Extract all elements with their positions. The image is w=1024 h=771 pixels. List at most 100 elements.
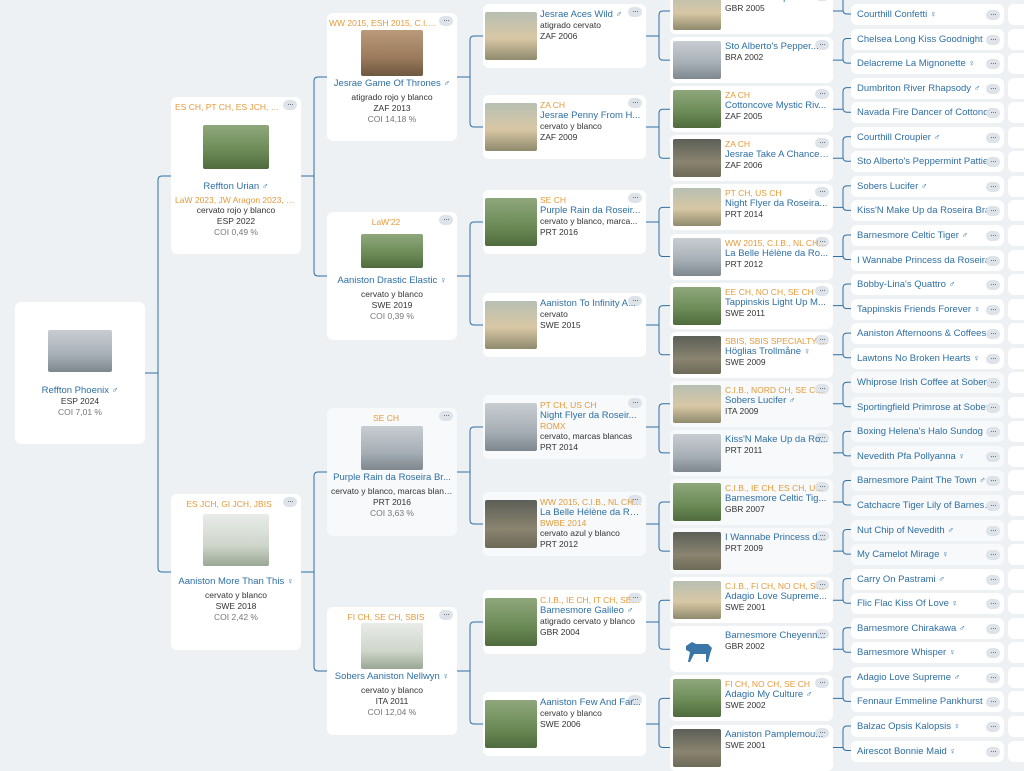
more-options-icon[interactable]: ··· xyxy=(986,304,1000,315)
dog-name[interactable]: Aaniston More Than This xyxy=(178,576,284,587)
dog-name[interactable]: Barnesmore Paint The Town xyxy=(857,475,977,486)
dog-photo[interactable] xyxy=(485,598,537,646)
dog-name[interactable]: Nut Chip of Nevedith xyxy=(857,525,945,536)
dog-name[interactable]: Kiss'N Make Up da Ro... xyxy=(725,434,828,445)
dog-name[interactable]: Dumbriton River Rhapsody xyxy=(857,83,971,94)
pedigree-card-gen6[interactable]: Balzac Opsis Kalopsis ♀ ··· xyxy=(851,716,1004,737)
pedigree-card-gen7[interactable] xyxy=(1008,470,1024,492)
pedigree-card-gen6[interactable]: Airescot Bonnie Maid ♀ ··· xyxy=(851,740,1004,762)
pedigree-card-gen7[interactable] xyxy=(1008,249,1024,271)
pedigree-card-gen4[interactable]: ··· ZA CH Jesrae Penny From H... cervato y… xyxy=(483,95,646,159)
pedigree-card-gen6[interactable]: Fennaur Emmeline Pankhurst ♀··· xyxy=(851,691,1004,713)
more-options-icon[interactable]: ··· xyxy=(439,215,453,225)
pedigree-card-gen3[interactable]: ··· SE CH Purple Rain da Roseira Br... c… xyxy=(327,408,457,536)
pedigree-card-gen7[interactable] xyxy=(1008,445,1024,467)
dog-photo[interactable] xyxy=(485,700,537,748)
dog-name[interactable]: Aaniston Few And Far... xyxy=(540,697,641,708)
pedigree-card-gen5[interactable]: ··· I Wannabe Princess d... PRT 2009 xyxy=(670,528,833,575)
pedigree-card-gen7[interactable] xyxy=(1008,421,1024,443)
pedigree-card-gen6[interactable]: I Wannabe Princess da Roseira ... ··· xyxy=(851,249,1004,271)
dog-photo[interactable] xyxy=(673,532,721,571)
pedigree-card-gen6[interactable]: Navada Fire Dancer of Cottonc... ··· xyxy=(851,102,1004,124)
pedigree-card-gen3[interactable]: ··· WW 2015, ESH 2015, C.I.E., ZA CH... … xyxy=(327,13,457,141)
more-options-icon[interactable]: ··· xyxy=(986,746,1000,757)
dog-photo[interactable] xyxy=(203,514,269,566)
more-options-icon[interactable]: ··· xyxy=(439,16,453,26)
dog-name[interactable]: I Wannabe Princess da Roseira ... xyxy=(857,255,1000,266)
dog-name[interactable]: Purple Rain da Roseir... xyxy=(540,205,640,216)
more-options-icon[interactable]: ··· xyxy=(986,599,1000,610)
pedigree-card-gen5[interactable]: ···C.I.B., NORD CH, SE CH, FI ...Sobers … xyxy=(670,380,833,427)
dog-name[interactable]: La Belle Hélène da Ro... xyxy=(725,248,828,259)
pedigree-card-gen7[interactable] xyxy=(1008,102,1024,124)
dog-name[interactable]: Sobers Lucifer xyxy=(857,181,918,192)
dog-photo[interactable] xyxy=(673,581,721,620)
more-options-icon[interactable]: ··· xyxy=(986,10,1000,20)
pedigree-card-gen6[interactable]: Kiss'N Make Up da Roseira Brav... ··· xyxy=(851,200,1004,222)
pedigree-card-gen5[interactable]: ···C.I.B., FI CH, NO CH, SE CH...Adagio … xyxy=(670,577,833,624)
pedigree-card-gen7[interactable] xyxy=(1008,544,1024,566)
dog-name[interactable]: Balzac Opsis Kalopsis xyxy=(857,721,951,732)
pedigree-card-gen7[interactable] xyxy=(1008,568,1024,590)
dog-photo[interactable] xyxy=(203,125,269,169)
dog-name[interactable]: Barnesmore Galileo xyxy=(540,605,624,616)
pedigree-card-gen7[interactable] xyxy=(1008,298,1024,320)
pedigree-card-sire[interactable]: ··· ES CH, PT CH, ES JCH, PT JCH Reffton… xyxy=(171,97,301,254)
dog-name[interactable]: Delacreme La Mignonette xyxy=(857,58,966,69)
dog-photo[interactable] xyxy=(485,403,537,451)
dog-name[interactable]: Aaniston Drastic Elastic xyxy=(337,275,437,286)
dog-photo[interactable] xyxy=(673,384,721,423)
pedigree-card-gen3[interactable]: ··· FI CH, SE CH, SBIS Sobers Aaniston N… xyxy=(327,607,457,735)
more-options-icon[interactable]: ··· xyxy=(986,402,1000,413)
pedigree-card-gen6[interactable]: Flic Flac Kiss Of Love ♀ ··· xyxy=(851,593,1004,615)
more-options-icon[interactable]: ··· xyxy=(986,108,1000,119)
pedigree-card-gen7[interactable] xyxy=(1008,28,1024,50)
dog-name[interactable]: My Camelot Mirage xyxy=(857,549,939,560)
more-options-icon[interactable]: ··· xyxy=(986,59,1000,70)
dog-name[interactable]: Adagio Love Supreme... xyxy=(725,591,827,602)
pedigree-card-gen6[interactable]: Aaniston Afternoons & Coffees... ··· xyxy=(851,323,1004,345)
dog-photo[interactable] xyxy=(361,234,423,268)
more-options-icon[interactable]: ··· xyxy=(986,501,1000,511)
dog-name[interactable]: Barnesmore Whisper xyxy=(857,647,946,658)
pedigree-card-gen7[interactable] xyxy=(1008,347,1024,369)
pedigree-card-gen7[interactable] xyxy=(1008,53,1024,75)
dog-name[interactable]: Nevedith Pfa Pollyanna xyxy=(857,451,956,462)
dog-name[interactable]: I Wannabe Princess d... xyxy=(725,532,826,543)
dog-name[interactable]: Night Flyer da Roseir... xyxy=(540,410,637,421)
dog-name[interactable]: Adagio Love Supreme xyxy=(857,672,951,683)
more-options-icon[interactable]: ··· xyxy=(986,231,1000,241)
dog-photo[interactable] xyxy=(485,198,537,246)
pedigree-card-gen6[interactable]: Nevedith Pfa Pollyanna ♀ ··· xyxy=(851,445,1004,467)
dog-name[interactable]: Barnesmore Celtic Tiger xyxy=(857,230,959,241)
pedigree-card-gen7[interactable] xyxy=(1008,691,1024,713)
dog-name[interactable]: Tappinskis Friends Forever xyxy=(857,304,971,315)
pedigree-card-gen5[interactable]: ··· Aaniston Pamplemou... SWE 2001 xyxy=(670,724,833,771)
dog-name[interactable]: Barnesmore Cheyenn... xyxy=(725,630,825,641)
pedigree-card-gen6[interactable]: Bobby-Lina's Quattro ♂ ··· xyxy=(851,274,1004,296)
dog-name[interactable]: Aaniston To Infinity A... xyxy=(540,298,636,309)
dog-name[interactable]: Jesrae Game Of Thrones xyxy=(334,78,441,89)
pedigree-card-gen6[interactable]: Sto Alberto's Peppermint Pattie... ··· xyxy=(851,151,1004,173)
dog-name[interactable]: Jesrae Take A Chance ... xyxy=(725,149,829,160)
dog-name[interactable]: Jesrae Penny From H... xyxy=(540,110,640,121)
more-options-icon[interactable]: ··· xyxy=(986,672,1000,683)
pedigree-card-gen4[interactable]: ··· PT CH, US CH Night Flyer da Roseir... … xyxy=(483,395,646,459)
dog-photo[interactable] xyxy=(673,679,721,718)
more-options-icon[interactable]: ··· xyxy=(986,353,1000,364)
dog-name[interactable]: Aaniston Afternoons & Coffees... xyxy=(857,328,994,339)
dog-name[interactable]: Sobers Lucifer xyxy=(725,395,786,406)
pedigree-card-gen7[interactable] xyxy=(1008,396,1024,418)
pedigree-card-gen7[interactable] xyxy=(1008,740,1024,762)
pedigree-card-gen6[interactable]: Nut Chip of Nevedith ♂ ··· xyxy=(851,519,1004,541)
dog-name[interactable]: Purple Rain da Roseira Br... xyxy=(333,472,451,483)
dog-name[interactable]: Sto Alberto's Peppermint Pattie... xyxy=(857,156,996,167)
more-options-icon[interactable]: ··· xyxy=(986,206,1000,217)
pedigree-card-gen4[interactable]: ··· Jesrae Aces Wild ♂ atigrado cervato ZAF… xyxy=(483,4,646,68)
pedigree-card-gen6[interactable]: Sobers Lucifer ♂ ··· xyxy=(851,175,1004,197)
dog-photo[interactable] xyxy=(673,483,721,521)
pedigree-card-gen6[interactable]: Boxing Helena's Halo Sundog ♂··· xyxy=(851,421,1004,443)
pedigree-card-gen5[interactable]: ··· Barnesmore Cheyenn... GBR 2002 xyxy=(670,626,833,673)
pedigree-card-gen5[interactable]: ···C.I.B., IE CH, ES CH, UK CH...Barnesm… xyxy=(670,479,833,525)
dog-name[interactable]: Carry On Pastrami xyxy=(857,574,936,585)
